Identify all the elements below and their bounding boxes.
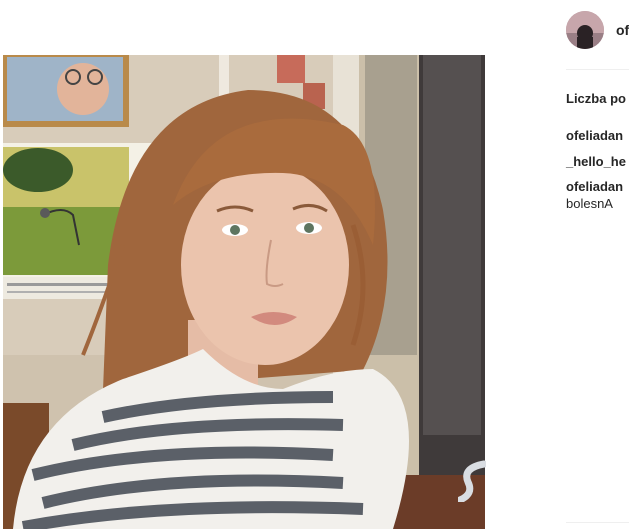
comment: ofeliadan	[566, 127, 623, 144]
post-photo[interactable]	[3, 55, 485, 529]
avatar[interactable]	[566, 11, 604, 49]
post-photo-image	[3, 55, 485, 529]
footer-divider	[566, 522, 629, 523]
likes-count[interactable]: Liczba po	[566, 91, 626, 106]
comment: _hello_he	[566, 153, 626, 170]
comment-username[interactable]: _hello_he	[566, 154, 626, 169]
author-handle[interactable]: of	[616, 22, 629, 38]
comment-username[interactable]: ofeliadan	[566, 128, 623, 143]
comment-text: bolesnA	[566, 196, 613, 211]
comment: ofeliadan bolesnA	[566, 178, 623, 212]
post-sidebar: of Liczba po ofeliadan _hello_he ofeliad…	[552, 0, 629, 529]
avatar-image	[566, 11, 604, 49]
comment-username[interactable]: ofeliadan	[566, 179, 623, 194]
header-divider	[566, 69, 629, 70]
swirl-logo-icon	[458, 460, 486, 502]
post-header: of	[566, 11, 629, 51]
